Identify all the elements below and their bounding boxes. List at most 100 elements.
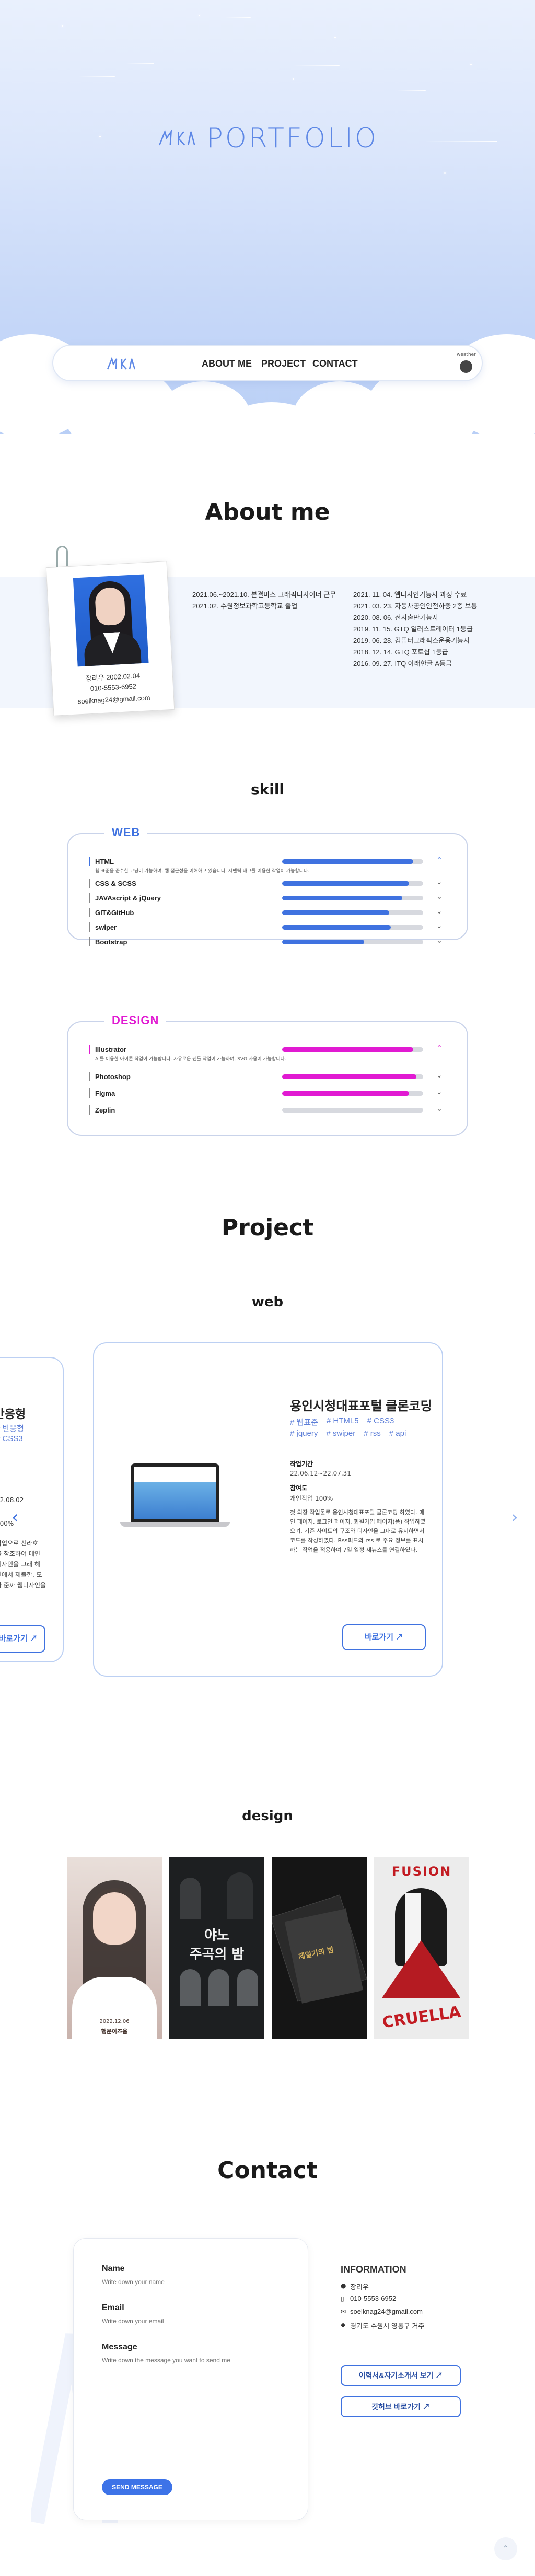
chevron-up-icon[interactable]: ⌃ [436, 1044, 443, 1052]
chevron-down-icon[interactable]: ⌄ [436, 1105, 443, 1113]
side-goto-button[interactable]: 바로가기 ↗ [0, 1625, 45, 1653]
poster-cruella-title: CRUELLA [381, 2003, 462, 2032]
email-input[interactable] [102, 2316, 282, 2326]
chevron-down-icon[interactable]: ⌄ [436, 922, 443, 930]
skill-level-fill [282, 1091, 409, 1096]
skill-name: Bootstrap [95, 938, 127, 946]
skill-level-bar [282, 859, 423, 864]
resume-button[interactable]: 이력서&자기소개서 보기 ↗ [341, 2365, 461, 2386]
side-tag: # CSS3 [0, 1434, 23, 1443]
skill-name: swiper [95, 923, 117, 931]
skill-level-fill [282, 881, 409, 886]
design-poster-brochure[interactable]: 제일기의 밤 [272, 1857, 367, 2039]
location-icon: ◆ [341, 2321, 346, 2328]
project-card-side[interactable]: 텔 반응형 # 반응형 # CSS3 22.08.02 100% 작업으로 신라… [0, 1357, 64, 1662]
chevron-down-icon[interactable]: ⌄ [436, 1088, 443, 1096]
profile-photo [73, 574, 149, 667]
skill-accent [89, 857, 90, 866]
info-name: 장리우 [350, 2283, 369, 2291]
skill-accent [89, 937, 90, 946]
prev-arrow-icon[interactable]: ‹ [11, 1507, 19, 1528]
design-poster-cruella[interactable]: FUSION CRUELLA [374, 1857, 469, 2039]
history-item: 2019. 06. 28. 컴퓨터그래픽스운용기능사 [353, 637, 470, 645]
history-item: 2021.06.~2021.10. 본결마스 그래픽디자이너 근무 [192, 591, 336, 599]
skill-level-bar [282, 1091, 423, 1096]
hero-logo: PORTFOLIO [157, 123, 378, 154]
resume-button-label: 이력서&자기소개서 보기 [358, 2371, 434, 2380]
logo-mark-icon [158, 129, 195, 146]
design-title: design [242, 1808, 293, 1824]
chevron-down-icon[interactable]: ⌄ [436, 936, 443, 945]
chevron-down-icon[interactable]: ⌄ [436, 878, 443, 886]
skill-accent [89, 1088, 90, 1098]
project-tag: # 웹표준 [290, 1418, 318, 1427]
chevron-down-icon[interactable]: ⌄ [436, 1071, 443, 1080]
hero-title: PORTFOLIO [206, 123, 378, 154]
history-right: 2021. 11. 04. 웹디자인기능사 과정 수료 2021. 03. 23… [353, 589, 478, 670]
project-tag: # api [389, 1429, 406, 1438]
poster-concert-sub: 주곡의 밤 [189, 1947, 245, 1962]
project-tags: # 웹표준 # HTML5 # CSS3 [290, 1416, 394, 1427]
project-desc: 첫 외장 작업물로 용인시청대표포털 클론코딩 하였다. 메인 페이지, 로그인… [290, 1509, 426, 1553]
skill-name: Zeplin [95, 1106, 115, 1114]
message-input[interactable] [102, 2356, 282, 2460]
poster-portrait-sub: 행운이즈음 [101, 2028, 128, 2035]
skill-card-design: DESIGN Illustrator ⌃ AI를 이용한 아이콘 작업이 가능합니다… [67, 1014, 468, 1136]
design-poster-concert[interactable]: 야노 주곡의 밤 [169, 1857, 264, 2039]
skill-level-bar [282, 1047, 423, 1052]
nav-link-contact[interactable]: CONTACT [312, 358, 358, 369]
side-desc: 작업으로 신라호 을 참조하여 메인 디자인을 그래 해 변에서 제출한, 모 … [0, 1538, 46, 1590]
skill-level-bar [282, 1074, 423, 1079]
side-desc-line: 변에서 제출한, 모 [0, 1571, 42, 1578]
weather-label: weather [457, 352, 476, 357]
github-button-label: 깃허브 바로가기 [371, 2403, 421, 2411]
main-goto-label: 바로가기 [364, 1633, 394, 1642]
navbar: ABOUT ME PROJECT CONTACT weather [52, 345, 483, 381]
name-input[interactable] [102, 2277, 282, 2287]
history-item: 2018. 12. 14. GTQ 포토샵 1등급 [353, 648, 448, 656]
github-button[interactable]: 깃허브 바로가기 ↗ [341, 2396, 461, 2417]
skill-accent [89, 908, 90, 917]
skill-title: skill [250, 781, 285, 798]
send-message-button[interactable]: SEND MESSAGE [102, 2479, 172, 2495]
history-item: 2020. 08. 06. 전자출판기능사 [353, 614, 439, 622]
skill-desc: 웹 표준을 준수한 코딩이 가능하며, 웹 접근성을 이해하고 있습니다. 시멘… [95, 869, 310, 874]
skill-level-bar [282, 910, 423, 915]
chevron-down-icon[interactable]: ⌄ [436, 893, 443, 901]
skill-name: JAVAscript & jQuery [95, 894, 161, 902]
profile-card: 장리우 2002.02.04 010-5553-6952 soelknag24@… [45, 561, 175, 716]
profile-email: soelknag24@gmail.com [77, 694, 150, 706]
project-title: Project [221, 1214, 314, 1241]
skill-name: CSS & SCSS [95, 880, 136, 887]
nav-link-about[interactable]: ABOUT ME [202, 358, 252, 369]
scroll-top-button[interactable]: ⌃ [494, 2537, 517, 2560]
mail-icon: ✉ [341, 2308, 346, 2315]
design-poster-portrait[interactable]: 2022.12.06 행운이즈음 [67, 1857, 162, 2039]
chevron-down-icon[interactable]: ⌄ [436, 907, 443, 916]
info-title: INFORMATION [341, 2264, 406, 2275]
skill-accent [89, 1105, 90, 1115]
main-goto-button[interactable]: 바로가기 ↗ [342, 1624, 426, 1650]
skill-level-bar [282, 940, 423, 944]
next-arrow-icon[interactable]: › [511, 1507, 518, 1528]
project-web-title: web [251, 1294, 284, 1310]
poster-portrait-date: 2022.12.06 [99, 2019, 130, 2024]
project-tag: # jquery [290, 1429, 318, 1438]
side-project-title: 텔 반응형 [0, 1408, 26, 1421]
history-item: 2016. 09. 27. ITQ 아래한글 A등급 [353, 660, 452, 668]
hero-section: PORTFOLIO ABOUT ME PROJECT CONTACT weath… [0, 0, 535, 434]
project-card-main[interactable]: 용인시청대표포털 클론코딩 # 웹표준 # HTML5 # CSS3 # jqu… [93, 1342, 443, 1677]
nav-link-project[interactable]: PROJECT [261, 358, 306, 369]
skill-level-bar [282, 896, 423, 900]
nav-logo-icon[interactable] [106, 356, 137, 372]
info-phone: 010-5553-6952 [350, 2294, 397, 2302]
skill-name: Figma [95, 1090, 115, 1097]
side-goto-label: 바로가기 [0, 1634, 28, 1643]
weather-toggle-icon[interactable] [460, 360, 472, 373]
chevron-up-icon[interactable]: ⌃ [436, 856, 443, 864]
history-item: 2021. 11. 04. 웹디자인기능사 과정 수료 [353, 591, 467, 599]
project-tag: # swiper [326, 1429, 356, 1438]
phone-icon: ▯ [341, 2295, 344, 2302]
project-main-title: 용인시청대표포털 클론코딩 [290, 1399, 432, 1413]
skill-name: Illustrator [95, 1046, 126, 1053]
